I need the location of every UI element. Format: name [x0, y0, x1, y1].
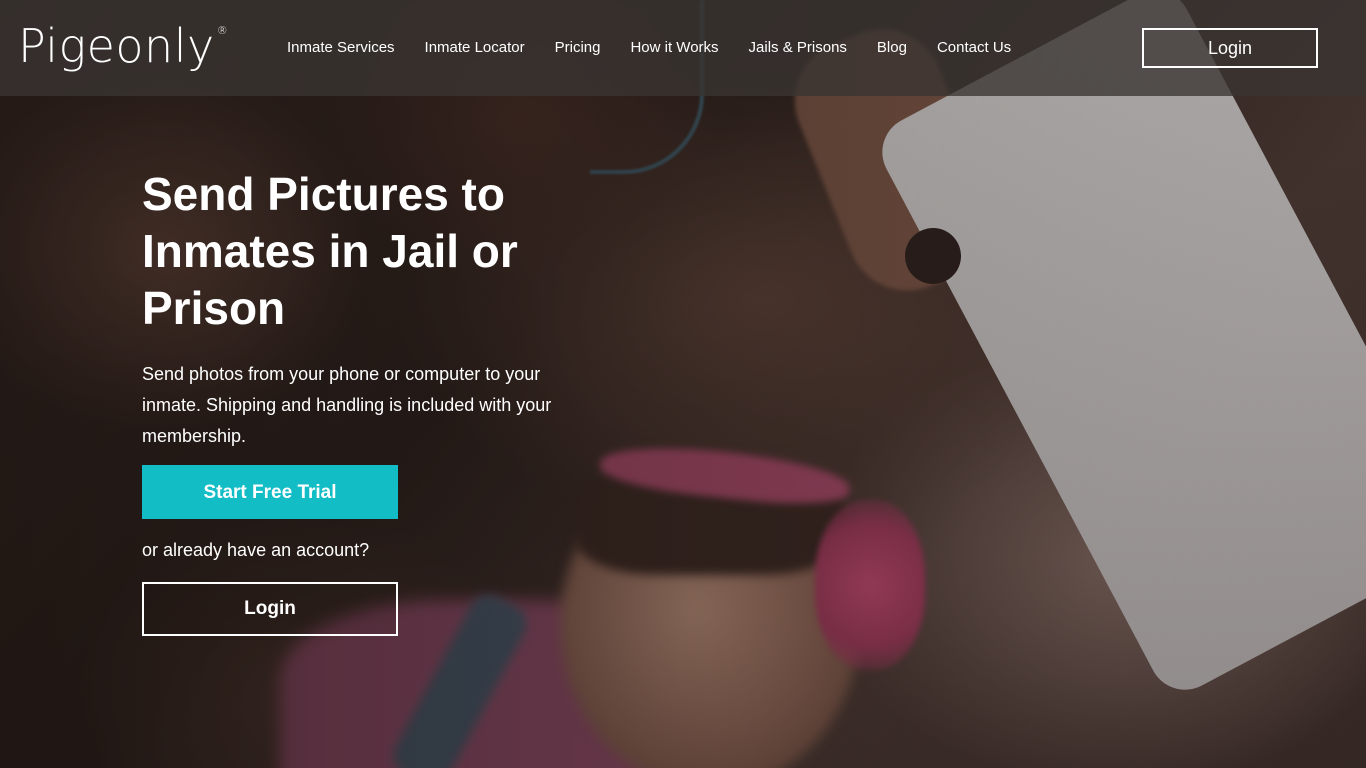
pigeonly-logo[interactable]: Pigeonly ® — [18, 16, 228, 76]
nav-contact-us[interactable]: Contact Us — [937, 37, 1011, 59]
nav-inmate-services[interactable]: Inmate Services — [287, 37, 395, 59]
nav-jails-prisons[interactable]: Jails & Prisons — [749, 37, 847, 59]
nav-how-it-works[interactable]: How it Works — [630, 37, 718, 59]
hero-content: Send Pictures to Inmates in Jail or Pris… — [142, 166, 582, 636]
site-header: Pigeonly ® Inmate Services Inmate Locato… — [0, 0, 1366, 96]
already-have-account-text: or already have an account? — [142, 540, 370, 560]
hero-title: Send Pictures to Inmates in Jail or Pris… — [142, 168, 518, 334]
logo-text: Pigeonly — [18, 19, 215, 73]
start-free-trial-button[interactable]: Start Free Trial — [142, 465, 398, 519]
registered-mark: ® — [216, 24, 229, 37]
main-nav: Inmate Services Inmate Locator Pricing H… — [287, 37, 1041, 59]
nav-inmate-locator[interactable]: Inmate Locator — [425, 37, 525, 59]
nav-blog[interactable]: Blog — [877, 37, 907, 59]
hero-login-button[interactable]: Login — [142, 582, 398, 636]
nav-pricing[interactable]: Pricing — [555, 37, 601, 59]
hero-subtitle: Send photos from your phone or computer … — [142, 364, 552, 446]
header-login-button[interactable]: Login — [1142, 28, 1318, 68]
